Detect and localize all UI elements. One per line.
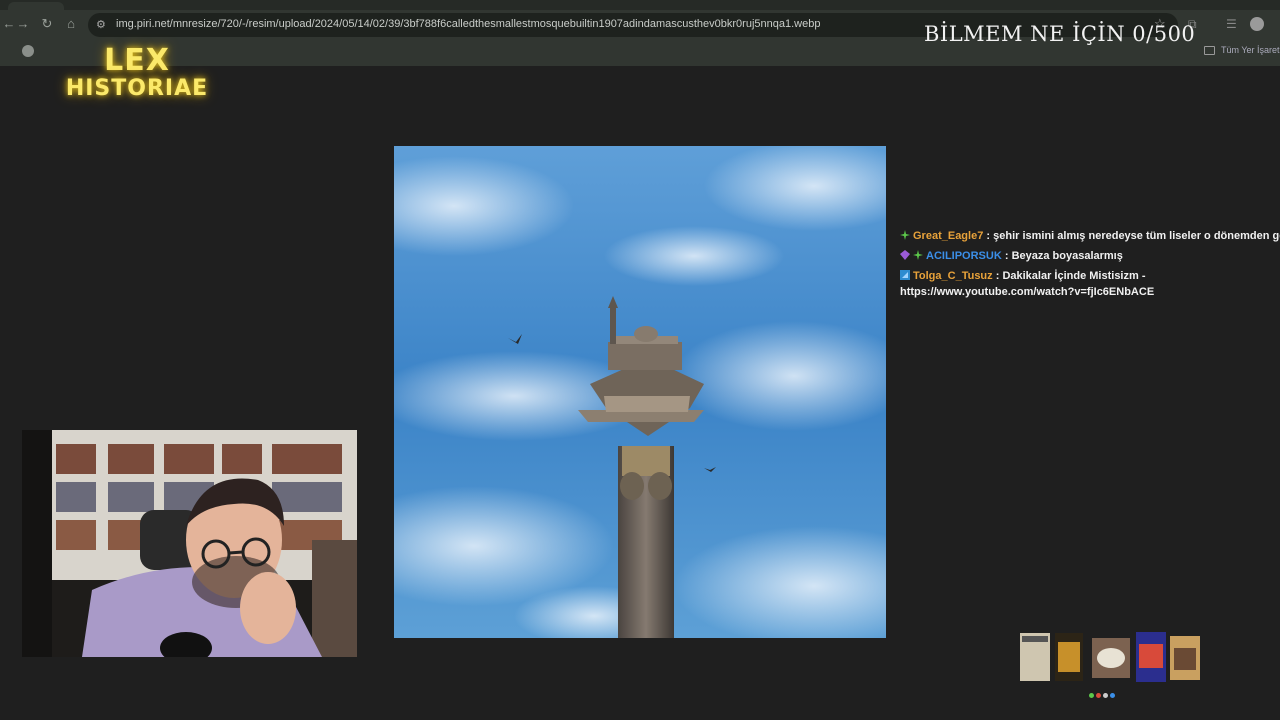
all-bookmarks-label[interactable]: Tüm Yer İşaretleri [1221,45,1280,55]
forward-icon[interactable]: → [14,15,32,33]
folder-icon[interactable] [1204,46,1215,55]
overlay-goal-title: BİLMEM NE İÇİN 0/500 [924,22,1196,46]
gift-badge-icon [900,229,910,240]
profile-avatar-icon[interactable] [1250,17,1264,31]
sub-badge-icon [900,269,910,280]
channel-logo: LEX HISTORIAE [62,46,212,100]
carousel-dot[interactable] [1110,693,1115,698]
minaret-illustration [394,146,886,638]
webcam-feed [22,430,357,657]
bookmark-favicon-icon[interactable] [22,45,34,57]
chat-text: Dakikalar İçinde Mistisizm - [1002,270,1146,282]
chat-link[interactable]: https://www.youtube.com/watch?v=fjIc6ENb… [900,286,1154,298]
tab-strip [0,0,1280,10]
gem-badge-icon [900,249,910,260]
book-covers [1020,632,1200,684]
minaret-photo [394,146,886,638]
chat-message: ACILIPORSUK : Beyaza boyasalarmış [900,248,1280,264]
reload-icon[interactable]: ↻ [38,15,56,33]
book-covers-illustration [1020,632,1200,682]
active-tab[interactable] [8,2,64,10]
chat-message: Tolga_C_Tusuz : Dakikalar İçinde Mistisi… [900,269,1155,298]
carousel-dot[interactable] [1096,693,1101,698]
stream-screen: ← → ↻ ⌂ ⚙ img.piri.net/mnresize/720/-/re… [0,0,1280,720]
streamer-illustration [22,430,357,657]
chat-message: Great_Eagle7 : şehir ismini almış nerede… [900,228,1280,244]
chat-text: Beyaza boyasalarmış [1011,250,1123,262]
chat-username[interactable]: Tolga_C_Tusuz [913,270,993,282]
gift-badge-icon [913,249,923,260]
chat-overlay: Great_Eagle7 : şehir ismini almış nerede… [900,228,1280,300]
site-info-icon[interactable]: ⚙ [96,18,106,31]
carousel-dot[interactable] [1103,693,1108,698]
home-icon[interactable]: ⌂ [62,15,80,33]
chat-text: şehir ismini almış neredeyse tüm liseler… [993,230,1280,242]
chat-username[interactable]: ACILIPORSUK [926,250,1002,262]
carousel-dot[interactable] [1089,693,1094,698]
menu-icon[interactable]: ☰ [1226,17,1237,31]
logo-line-lex: LEX [104,43,170,78]
url-text[interactable]: img.piri.net/mnresize/720/-/resim/upload… [116,18,820,30]
logo-line-historiae: HISTORIAE [65,76,209,101]
carousel-dots [1089,685,1117,703]
chat-username[interactable]: Great_Eagle7 [913,230,983,242]
